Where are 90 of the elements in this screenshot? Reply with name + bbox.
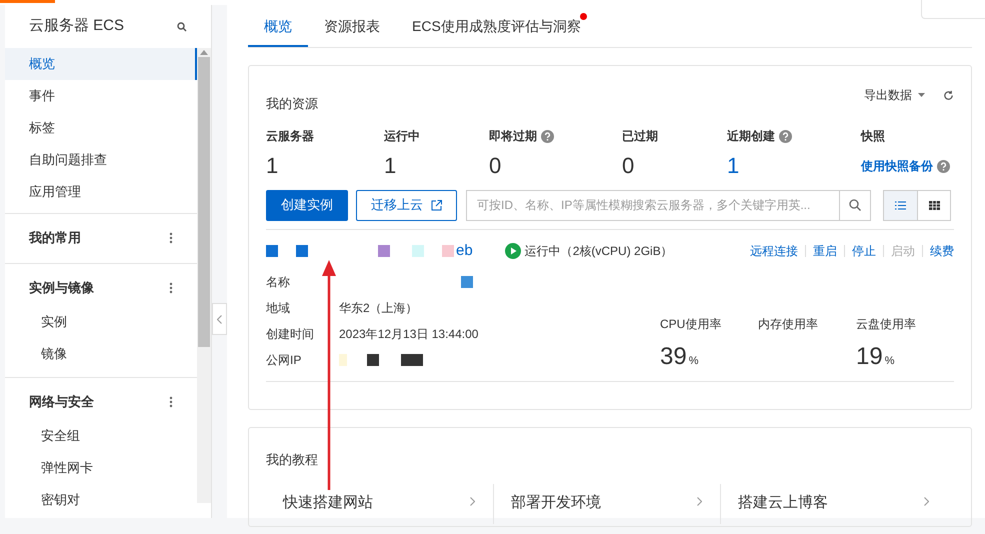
stat-value: 0 [622, 153, 636, 179]
chevron-right-icon [924, 497, 929, 506]
sidebar-group-title[interactable]: 实例与镜像 [29, 278, 94, 298]
card-title: 我的资源 [266, 95, 318, 114]
instance-action-link[interactable]: 停止 [852, 242, 876, 260]
collapse-handle[interactable] [212, 303, 227, 335]
sidebar-item[interactable]: 安全组 [5, 420, 197, 452]
metric-value: 39% [660, 342, 700, 369]
external-link-icon [431, 200, 442, 210]
instance-status: 运行中（2核(vCPU) 2GiB） [524, 243, 673, 260]
stat-value: 1 [266, 153, 280, 179]
more-icon[interactable] [169, 282, 173, 294]
grid-icon [928, 200, 940, 210]
stat-value: 1 [384, 153, 398, 179]
refresh-icon[interactable] [943, 90, 954, 100]
stat-label: 运行中 [384, 128, 420, 145]
sidebar-item[interactable]: 概览 [5, 48, 197, 80]
search-icon[interactable] [849, 199, 861, 211]
detail-label: 名称 [266, 274, 291, 291]
tab[interactable]: 概览 [248, 16, 308, 47]
detail-label: 公网IP [266, 352, 302, 369]
export-dropdown[interactable]: 导出数据 [864, 86, 925, 104]
stat-value: 0 [489, 153, 502, 179]
detail-label: 创建时间 [266, 326, 315, 343]
redaction-mark [367, 354, 379, 366]
sidebar-item[interactable]: 事件 [5, 80, 197, 112]
sidebar-item[interactable]: 应用管理 [5, 176, 197, 208]
tutorial-title: 搭建云上博客 [738, 493, 828, 513]
instance-action-link[interactable]: 重启 [813, 242, 837, 260]
sidebar-item[interactable]: 实例 [5, 306, 197, 338]
instance-action-link[interactable]: 续费 [930, 242, 954, 260]
card-title: 我的教程 [266, 452, 318, 467]
stat-label: 快照 [861, 128, 885, 145]
caret-icon [918, 93, 925, 97]
instance-name-link[interactable]: eb [456, 240, 473, 262]
snapshot-link[interactable]: 使用快照备份 [861, 157, 933, 175]
stat-label: 云服务器 [266, 128, 314, 145]
redaction-mark [442, 245, 454, 257]
redaction-mark [339, 354, 347, 366]
sidebar-title: 云服务器 ECS [29, 16, 124, 36]
sidebar-group-title[interactable]: 我的常用 [29, 228, 81, 248]
redaction-mark [412, 245, 424, 257]
tutorial-item[interactable]: 快速搭建网站 [266, 484, 493, 524]
tutorial-title: 部署开发环境 [511, 493, 601, 513]
stat-value[interactable]: 1 [727, 153, 861, 179]
help-icon[interactable] [937, 160, 950, 172]
metric-label: CPU使用率 [660, 316, 722, 333]
instance-action-link[interactable]: 远程连接 [750, 242, 798, 260]
view-toggle[interactable] [884, 190, 917, 220]
detail-label: 地域 [266, 300, 291, 317]
stat-label: 即将过期 [489, 128, 537, 145]
sidebar-item[interactable]: 标签 [5, 112, 197, 144]
help-icon[interactable] [541, 130, 554, 142]
tutorial-item[interactable]: 搭建云上博客 [720, 484, 947, 524]
search-field[interactable]: 可按ID、名称、IP等属性模糊搜索云服务器，多个关键字用英... [466, 190, 840, 220]
chevron-left-icon [217, 314, 222, 324]
stat-label: 近期创建 [727, 128, 775, 145]
detail-value: 华东2（上海） [339, 300, 418, 317]
play-icon [504, 243, 521, 259]
chevron-right-icon [697, 497, 702, 506]
search-button[interactable] [840, 190, 871, 220]
top-accent-bar [0, 0, 55, 3]
sidebar-item[interactable]: 密钥对 [5, 484, 197, 516]
sidebar-item[interactable]: 自助问题排查 [5, 144, 197, 176]
tab[interactable]: 资源报表 [308, 16, 396, 47]
redaction-mark [296, 245, 308, 257]
sidebar-group-title[interactable]: 网络与安全 [29, 392, 94, 412]
tutorial-item[interactable]: 部署开发环境 [493, 484, 720, 524]
tab[interactable]: ECS使用成熟度评估与洞察 [396, 16, 597, 47]
redaction-mark [266, 245, 278, 257]
sidebar-item[interactable]: 镜像 [5, 338, 197, 370]
tutorial-title: 快速搭建网站 [283, 493, 373, 513]
metric-value: 19% [856, 342, 896, 369]
migrate-button[interactable]: 迁移上云 [356, 190, 457, 220]
redaction-mark [401, 354, 423, 366]
metric-label: 内存使用率 [758, 316, 819, 333]
chevron-right-icon [470, 497, 475, 506]
sidebar-item[interactable]: 弹性网卡 [5, 452, 197, 484]
stat-label: 已过期 [622, 128, 658, 145]
more-icon[interactable] [169, 232, 173, 244]
metric-label: 云盘使用率 [856, 316, 917, 333]
more-icon[interactable] [169, 396, 173, 408]
search-icon[interactable] [177, 22, 187, 32]
create-instance-button[interactable]: 创建实例 [266, 190, 348, 220]
detail-value: 2023年12月13日 13:44:00 [339, 326, 478, 343]
redaction-mark [378, 245, 390, 257]
help-icon[interactable] [779, 130, 792, 142]
list-icon [895, 200, 906, 210]
scrollbar-thumb[interactable] [198, 57, 210, 347]
redaction-mark [461, 276, 473, 288]
